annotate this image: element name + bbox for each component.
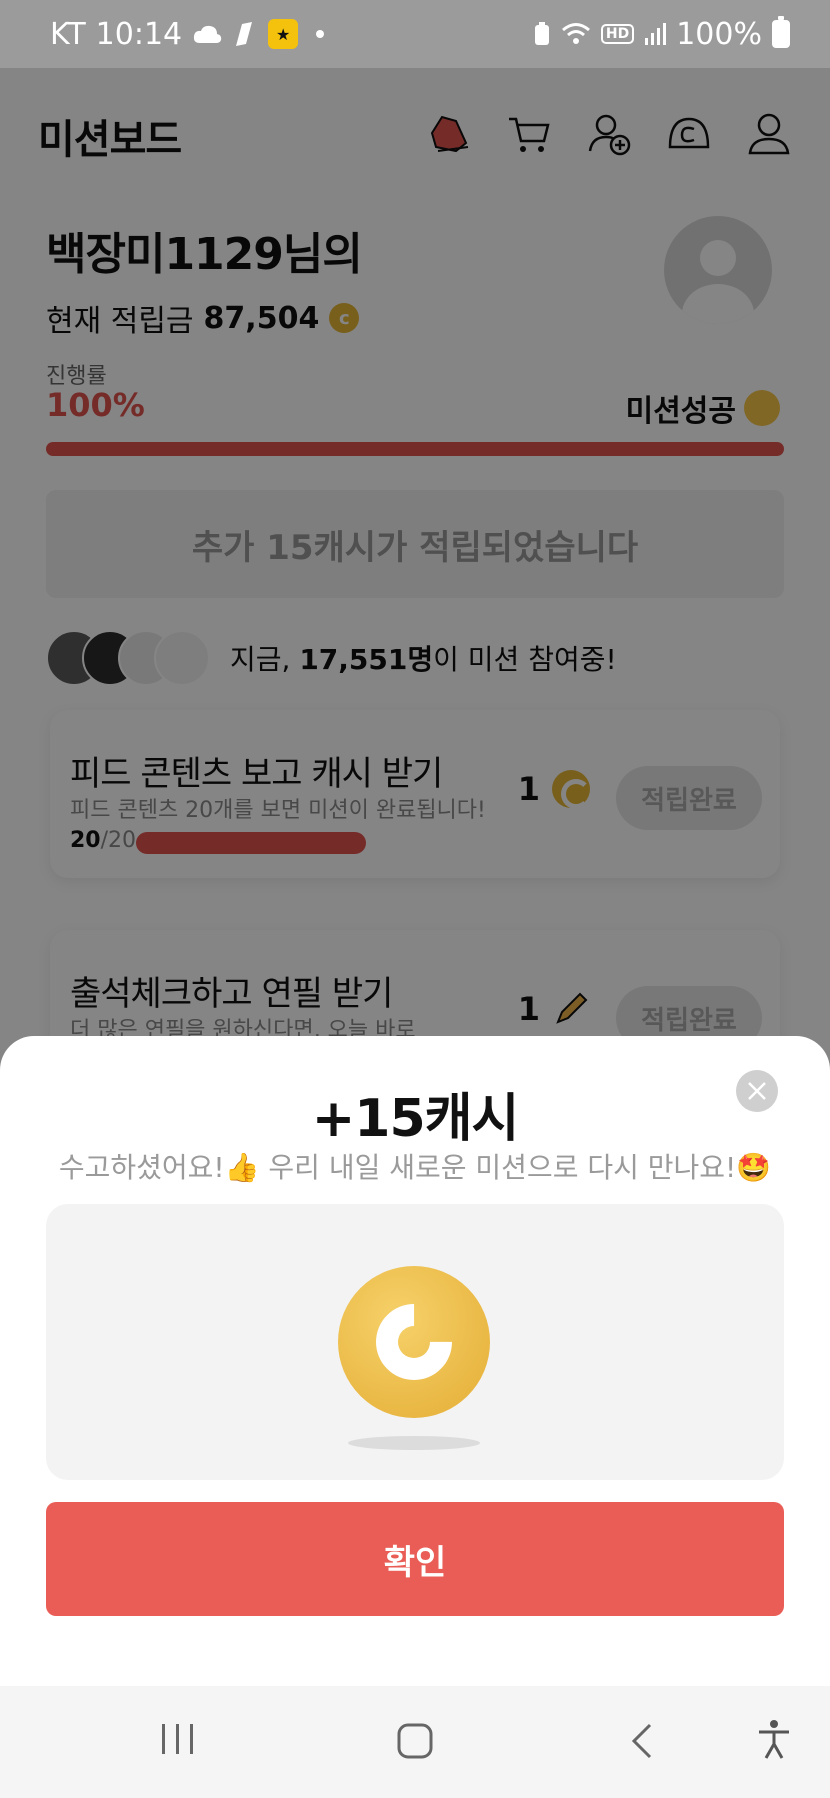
clock: 10:14 — [95, 16, 183, 52]
home-icon[interactable] — [396, 1722, 434, 1760]
recent-apps-icon[interactable] — [160, 1722, 196, 1756]
signal-icon — [644, 22, 667, 46]
battery-percent: 100% — [676, 16, 762, 52]
more-notifications-dot — [316, 30, 325, 38]
accessibility-icon[interactable] — [756, 1718, 792, 1760]
coin-illustration-card — [46, 1204, 784, 1480]
coin-icon — [338, 1266, 490, 1418]
reward-title: +15캐시 — [311, 1089, 520, 1149]
back-icon[interactable] — [628, 1722, 656, 1760]
system-nav-bar — [0, 1686, 830, 1798]
confirm-button[interactable]: 확인 — [46, 1502, 784, 1616]
notification-app-icon — [232, 20, 258, 48]
battery-icon — [772, 16, 790, 48]
app-notification-icon: ★ — [268, 19, 299, 49]
cloud-icon — [192, 23, 222, 45]
wifi-icon — [561, 22, 591, 46]
reward-message: 수고하셨어요!👍 우리 내일 새로운 미션으로 다시 만나요!🤩 — [58, 1151, 772, 1184]
carrier-label: KT — [50, 16, 86, 52]
reward-bottom-sheet: +15캐시 수고하셨어요!👍 우리 내일 새로운 미션으로 다시 만나요!🤩 확… — [0, 1036, 830, 1686]
hd-voice-icon: HD — [600, 24, 635, 44]
coin-shadow — [348, 1436, 480, 1450]
status-bar: KT 10:14 ★ HD 100% — [0, 0, 830, 68]
battery-saver-icon — [533, 21, 551, 47]
